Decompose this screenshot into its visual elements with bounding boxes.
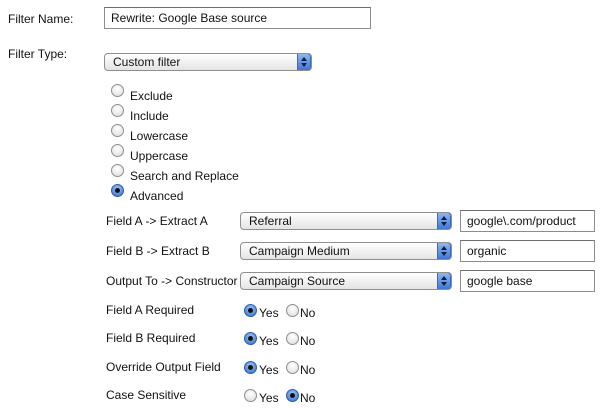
filter-type-option-label: Uppercase: [130, 149, 189, 163]
select-arrows-icon: [437, 243, 451, 259]
field-a-required-yes-radio[interactable]: [244, 304, 257, 317]
field-select[interactable]: Campaign Source: [240, 272, 452, 290]
filter-type-label: Filter Type:: [8, 47, 68, 61]
field-b-required-label: Field B Required: [106, 331, 196, 345]
case-sensitive-yes-radio[interactable]: [244, 389, 257, 402]
field-select-value: Campaign Source: [249, 274, 346, 288]
override-output-field-yes-radio[interactable]: [244, 361, 257, 374]
field-select[interactable]: Campaign Medium: [240, 242, 452, 260]
field-value-input[interactable]: organic: [460, 240, 595, 262]
field-a-required-no-radio[interactable]: [286, 304, 299, 317]
filter-name-label: Filter Name:: [8, 12, 74, 26]
field-b-required-no-label: No: [300, 334, 316, 348]
field-select-value: Referral: [249, 214, 292, 228]
field-a-required-label: Field A Required: [106, 303, 195, 317]
field-select[interactable]: Referral: [240, 212, 452, 230]
filter-type-option-label: Include: [130, 109, 169, 123]
field-select-value: Campaign Medium: [249, 244, 350, 258]
override-output-field-label: Override Output Field: [106, 360, 221, 374]
field-a-required-yes-label: Yes: [259, 306, 279, 320]
override-output-field-no-radio[interactable]: [286, 361, 299, 374]
filter-type-select[interactable]: Custom filter: [104, 53, 312, 71]
field-row-label: Field A -> Extract A: [106, 214, 208, 228]
field-b-required-yes-radio[interactable]: [244, 332, 257, 345]
filter-type-radio-lowercase[interactable]: [111, 124, 124, 137]
field-value-input[interactable]: google base: [460, 270, 595, 292]
override-output-field-yes-label: Yes: [259, 363, 279, 377]
select-arrows-icon: [297, 54, 311, 70]
filter-type-radio-search-and-replace[interactable]: [111, 164, 124, 177]
override-output-field-no-label: No: [300, 363, 316, 377]
filter-type-option-label: Exclude: [130, 89, 173, 103]
filter-type-radio-include[interactable]: [111, 104, 124, 117]
select-arrows-icon: [437, 213, 451, 229]
filter-type-option-label: Lowercase: [130, 129, 189, 143]
filter-name-input[interactable]: Rewrite: Google Base source: [104, 7, 371, 29]
case-sensitive-no-radio[interactable]: [286, 389, 299, 402]
field-row-label: Output To -> Constructor: [106, 274, 238, 288]
filter-type-option-label: Search and Replace: [130, 169, 239, 183]
case-sensitive-yes-label: Yes: [259, 391, 279, 405]
select-arrows-icon: [437, 273, 451, 289]
filter-type-select-value: Custom filter: [113, 55, 181, 69]
field-value-input[interactable]: google\.com/product: [460, 210, 595, 232]
case-sensitive-no-label: No: [300, 391, 316, 405]
case-sensitive-label: Case Sensitive: [106, 388, 187, 402]
filter-type-radio-advanced[interactable]: [111, 184, 124, 197]
field-b-required-no-radio[interactable]: [286, 332, 299, 345]
filter-type-radio-exclude[interactable]: [111, 84, 124, 97]
filter-type-option-label: Advanced: [130, 189, 184, 203]
field-row-label: Field B -> Extract B: [106, 244, 210, 258]
field-a-required-no-label: No: [300, 306, 316, 320]
field-b-required-yes-label: Yes: [259, 334, 279, 348]
filter-type-radio-uppercase[interactable]: [111, 144, 124, 157]
